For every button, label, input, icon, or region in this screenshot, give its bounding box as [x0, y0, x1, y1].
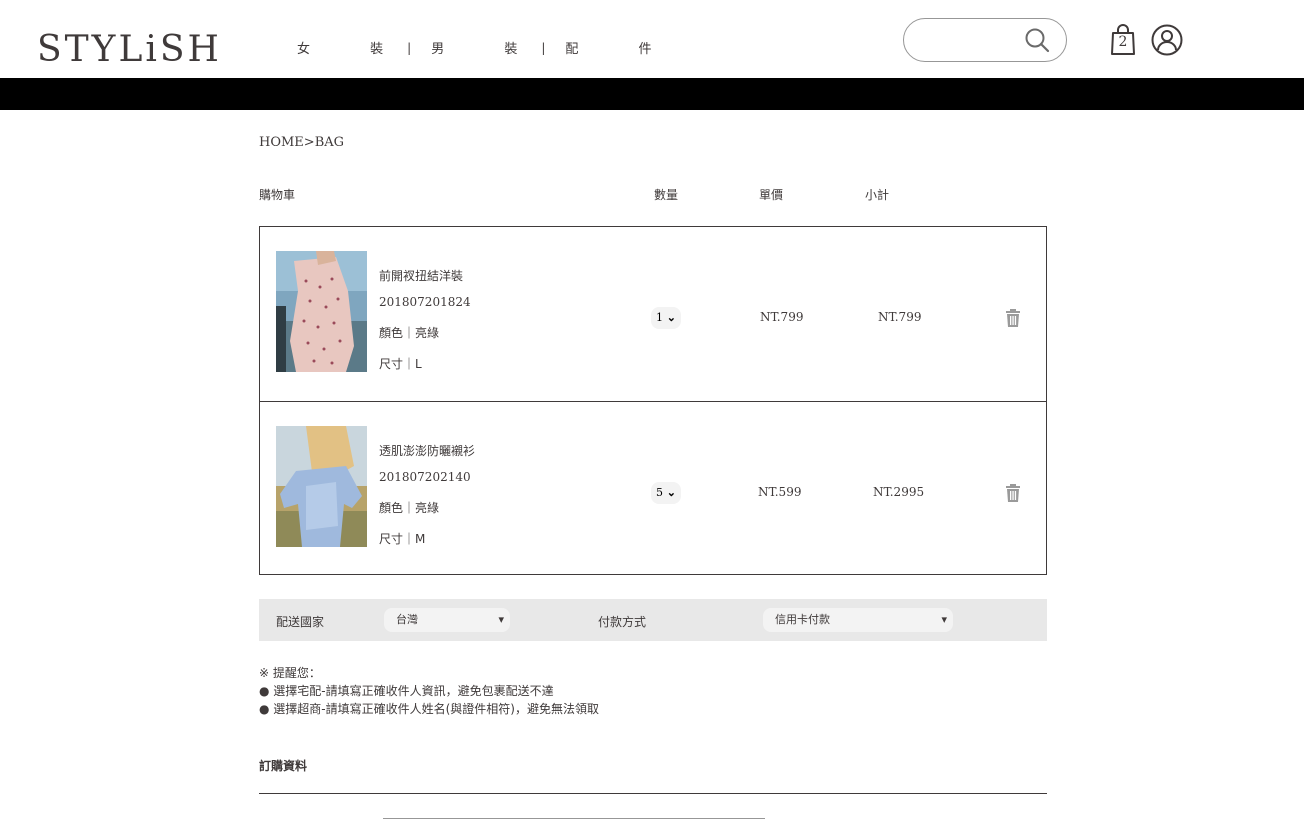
quantity-select[interactable]: 5 ⌄	[651, 482, 681, 504]
quantity-value: 5	[656, 486, 663, 499]
reminder-notes: ※ 提醒您： ● 選擇宅配-請填寫正確收件人資訊，避免包裹配送不達 ● 選擇超商…	[259, 664, 599, 718]
nav-item-women[interactable]: 女 裝	[297, 38, 411, 57]
product-image[interactable]	[276, 426, 367, 547]
header-bar	[0, 78, 1304, 110]
product-image[interactable]	[276, 251, 367, 372]
site-header: STYLiSH 女 裝 | 男 裝 | 配 件 2	[0, 0, 1304, 78]
chevron-down-icon: ⌄	[666, 486, 676, 499]
breadcrumb: HOME>BAG	[259, 135, 345, 150]
chevron-down-icon: ⌄	[666, 311, 676, 324]
search-icon[interactable]	[1024, 27, 1050, 53]
quantity-value: 1	[656, 311, 663, 324]
quantity-select[interactable]: 1 ⌄	[651, 307, 681, 329]
product-size: 尺寸｜M	[379, 532, 426, 546]
shipping-payment-bar: 配送國家 台灣 ▾ 付款方式 信用卡付款 ▾	[259, 599, 1047, 641]
cart-list: 前開衩扭結洋裝 201807201824 顏色｜亮綠 尺寸｜L 1 ⌄ NT.79…	[259, 226, 1047, 575]
unit-price-header: 單價	[759, 188, 784, 202]
note-item: ● 選擇宅配-請填寫正確收件人資訊，避免包裹配送不達	[259, 684, 554, 698]
subtotal: NT.799	[878, 310, 922, 324]
product-color: 顏色｜亮綠	[379, 501, 440, 515]
main-nav: 女 裝 | 男 裝 | 配 件	[297, 38, 680, 58]
order-info-title: 訂購資料	[259, 759, 308, 773]
subtotal-header: 小計	[865, 188, 890, 202]
product-size: 尺寸｜L	[379, 357, 422, 371]
chevron-down-icon: ▾	[498, 613, 504, 626]
cart-item: 前開衩扭結洋裝 201807201824 顏色｜亮綠 尺寸｜L 1 ⌄ NT.79…	[260, 227, 1046, 401]
product-id: 201807202140	[379, 470, 471, 484]
trash-icon[interactable]	[1005, 484, 1021, 502]
nav-divider: |	[407, 40, 412, 55]
trash-icon[interactable]	[1005, 309, 1021, 327]
country-select[interactable]: 台灣 ▾	[384, 608, 510, 632]
product-color: 顏色｜亮綠	[379, 326, 440, 340]
nav-divider: |	[541, 40, 546, 55]
note-heading: ※ 提醒您：	[259, 666, 321, 680]
qty-header: 數量	[654, 188, 679, 202]
chevron-down-icon: ▾	[941, 613, 947, 626]
payment-select[interactable]: 信用卡付款 ▾	[763, 608, 953, 632]
nav-item-accessories[interactable]: 配 件	[565, 38, 679, 57]
product-name[interactable]: 前開衩扭結洋裝	[379, 267, 463, 284]
cart-item: 透肌澎澎防曬襯衫 201807202140 顏色｜亮綠 尺寸｜M 5 ⌄ NT.5…	[260, 401, 1046, 575]
note-item: ● 選擇超商-請填寫正確收件人姓名(與證件相符)，避免無法領取	[259, 702, 599, 716]
divider	[259, 793, 1047, 794]
nav-item-men[interactable]: 男 裝	[431, 38, 545, 57]
product-id: 201807201824	[379, 295, 471, 309]
subtotal: NT.2995	[873, 485, 925, 499]
unit-price: NT.599	[758, 485, 802, 499]
logo[interactable]: STYLiSH	[37, 30, 222, 70]
unit-price: NT.799	[760, 310, 804, 324]
payment-value: 信用卡付款	[775, 613, 830, 626]
country-value: 台灣	[396, 613, 418, 626]
country-label: 配送國家	[276, 615, 325, 629]
product-name[interactable]: 透肌澎澎防曬襯衫	[379, 442, 475, 459]
search-input[interactable]	[920, 29, 1020, 53]
member-icon[interactable]	[1151, 24, 1183, 56]
cart-count-badge: 2	[1118, 34, 1128, 50]
payment-label: 付款方式	[598, 615, 647, 629]
cart-title: 購物車	[259, 188, 296, 202]
